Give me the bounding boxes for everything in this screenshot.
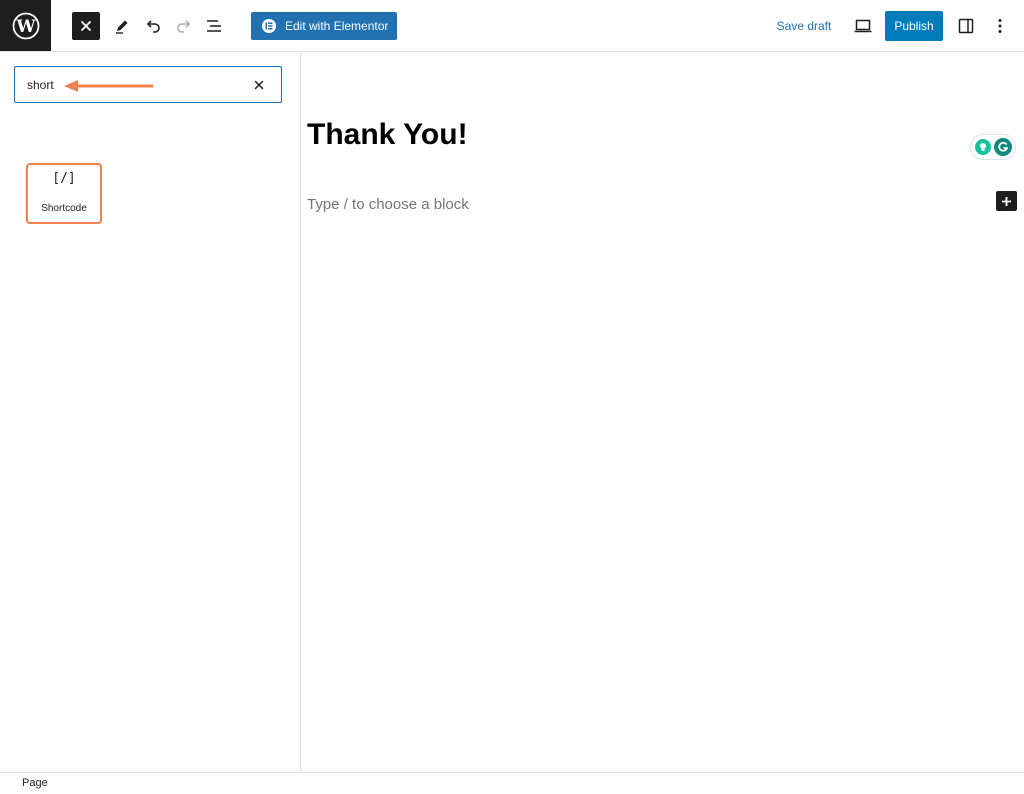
document-overview-button[interactable] <box>200 12 228 40</box>
breadcrumb-page[interactable]: Page <box>22 777 48 789</box>
list-view-icon <box>207 20 221 32</box>
save-draft-button[interactable]: Save draft <box>770 12 838 40</box>
clear-search-button[interactable] <box>249 75 269 95</box>
add-block-button[interactable] <box>996 191 1017 211</box>
block-search-box <box>14 66 282 103</box>
wordpress-icon: W <box>12 12 39 39</box>
edit-with-elementor-label: Edit with Elementor <box>285 19 389 33</box>
shortcode-icon: [/] <box>52 171 76 186</box>
publish-button[interactable]: Publish <box>885 11 943 41</box>
block-breadcrumb-bar: Page <box>0 772 1024 794</box>
block-item-label: Shortcode <box>41 203 87 214</box>
block-inserter-panel: [/] Shortcode <box>0 52 301 772</box>
svg-text:W: W <box>15 17 36 37</box>
settings-sidebar-button[interactable] <box>952 12 980 40</box>
block-placeholder[interactable]: Type / to choose a block <box>307 196 469 213</box>
sidebar-toggle-icon <box>958 18 974 34</box>
post-title[interactable]: Thank You! <box>307 118 468 152</box>
undo-icon <box>146 20 160 33</box>
desktop-preview-icon <box>854 19 872 33</box>
editor-header: W Edit with Elementor Save draft Publish <box>0 0 1024 52</box>
close-icon <box>254 80 264 90</box>
grammarly-icon <box>994 138 1012 156</box>
shortcode-block-item[interactable]: [/] Shortcode <box>26 163 102 224</box>
more-vertical-icon <box>998 19 1002 33</box>
preview-button[interactable] <box>849 12 877 40</box>
redo-button[interactable] <box>170 12 198 40</box>
redo-icon <box>177 20 191 33</box>
options-menu-button[interactable] <box>986 12 1014 40</box>
close-inserter-button[interactable] <box>72 12 100 40</box>
wordpress-logo-button[interactable]: W <box>0 0 51 51</box>
arrow-left-annotation-icon <box>64 80 154 92</box>
tools-button[interactable] <box>108 12 136 40</box>
plus-icon <box>1002 196 1011 206</box>
elementor-icon <box>262 19 276 33</box>
close-icon <box>81 21 91 31</box>
pencil-icon <box>116 20 128 34</box>
undo-button[interactable] <box>139 12 167 40</box>
grammarly-widget[interactable] <box>970 134 1016 160</box>
edit-with-elementor-button[interactable]: Edit with Elementor <box>251 12 397 40</box>
lightbulb-icon <box>975 139 991 155</box>
